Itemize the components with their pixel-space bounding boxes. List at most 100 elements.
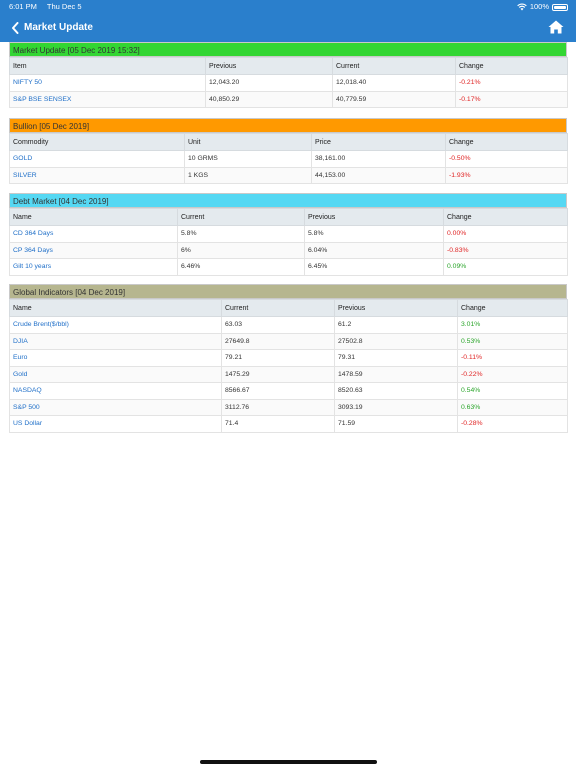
commodity-link[interactable]: GOLD: [9, 150, 185, 168]
table-header-row: Item Previous Current Change: [9, 57, 568, 75]
current-value: 63.03: [221, 316, 335, 334]
item-link[interactable]: S&P BSE SENSEX: [9, 90, 206, 108]
col-header: Name: [9, 299, 222, 317]
table-row: DJIA 27649.8 27502.8 0.53%: [9, 332, 568, 350]
table-row: CD 364 Days 5.8% 5.8% 0.00%: [9, 225, 568, 243]
name-link[interactable]: CD 364 Days: [9, 225, 178, 243]
price-value: 38,161.00: [311, 150, 446, 168]
table-row: S&P 500 3112.76 3093.19 0.63%: [9, 398, 568, 416]
battery-percent: 100%: [529, 2, 549, 11]
previous-value: 71.59: [334, 415, 458, 433]
change-value: 0.00%: [443, 225, 568, 243]
table-row: CP 364 Days 6% 6.04% -0.83%: [9, 241, 568, 259]
table-row: Crude Brent($/bbl) 63.03 61.2 3.01%: [9, 316, 568, 334]
home-indicator[interactable]: [200, 760, 377, 764]
change-value: -0.21%: [455, 74, 568, 92]
col-header: Change: [445, 133, 568, 151]
change-value: -0.22%: [457, 365, 568, 383]
table-row: NIFTY 50 12,043.20 12,018.40 -0.21%: [9, 74, 568, 92]
status-date: Thu Dec 5: [46, 2, 82, 11]
global-indicators-section: Global Indicators [04 Dec 2019] Name Cur…: [9, 284, 568, 433]
change-value: 0.53%: [457, 332, 568, 350]
col-header: Change: [457, 299, 568, 317]
table-row: Gold 1475.29 1478.59 -0.22%: [9, 365, 568, 383]
table-row: S&P BSE SENSEX 40,850.29 40,779.59 -0.17…: [9, 90, 568, 108]
col-header: Name: [9, 208, 178, 226]
name-link[interactable]: Euro: [9, 349, 222, 367]
unit-value: 10 GRMS: [184, 150, 312, 168]
col-header: Item: [9, 57, 206, 75]
table-row: US Dollar 71.4 71.59 -0.28%: [9, 415, 568, 433]
col-header: Unit: [184, 133, 312, 151]
previous-value: 3093.19: [334, 398, 458, 416]
name-link[interactable]: CP 364 Days: [9, 241, 178, 259]
previous-value: 5.8%: [304, 225, 444, 243]
name-link[interactable]: Gilt 10 years: [9, 258, 178, 276]
current-value: 8566.67: [221, 382, 335, 400]
table-row: Gilt 10 years 6.46% 6.45% 0.09%: [9, 258, 568, 276]
previous-value: 1478.59: [334, 365, 458, 383]
item-link[interactable]: NIFTY 50: [9, 74, 206, 92]
current-value: 5.8%: [177, 225, 305, 243]
status-right: 100%: [517, 0, 568, 14]
col-header: Current: [332, 57, 456, 75]
previous-value: 27502.8: [334, 332, 458, 350]
change-value: 3.01%: [457, 316, 568, 334]
name-link[interactable]: DJIA: [9, 332, 222, 350]
back-button[interactable]: Market Update: [11, 20, 93, 36]
previous-value: 79.31: [334, 349, 458, 367]
table-header-row: Commodity Unit Price Change: [9, 133, 568, 151]
name-link[interactable]: NASDAQ: [9, 382, 222, 400]
home-icon[interactable]: [548, 19, 564, 35]
app-header: 6:01 PM Thu Dec 5 100% Market Update: [0, 0, 576, 42]
change-value: 0.54%: [457, 382, 568, 400]
wifi-icon: [517, 3, 527, 11]
name-link[interactable]: US Dollar: [9, 415, 222, 433]
col-header: Current: [177, 208, 305, 226]
name-link[interactable]: Gold: [9, 365, 222, 383]
market-update-header: Market Update [05 Dec 2019 15:32]: [9, 42, 567, 57]
change-value: -0.17%: [455, 90, 568, 108]
table-row: GOLD 10 GRMS 38,161.00 -0.50%: [9, 150, 568, 168]
bullion-table: Commodity Unit Price Change GOLD 10 GRMS…: [9, 133, 568, 184]
previous-value: 6.04%: [304, 241, 444, 259]
current-value: 1475.29: [221, 365, 335, 383]
status-bar: 6:01 PM Thu Dec 5 100%: [0, 0, 576, 14]
current-value: 71.4: [221, 415, 335, 433]
change-value: -0.83%: [443, 241, 568, 259]
current-value: 12,018.40: [332, 74, 456, 92]
nav-title: Market Update: [24, 22, 93, 33]
current-value: 40,779.59: [332, 90, 456, 108]
unit-value: 1 KGS: [184, 166, 312, 184]
table-row: Euro 79.21 79.31 -0.11%: [9, 349, 568, 367]
debt-market-header: Debt Market [04 Dec 2019]: [9, 193, 567, 208]
market-update-table: Item Previous Current Change NIFTY 50 12…: [9, 57, 568, 108]
change-value: -1.93%: [445, 166, 568, 184]
table-header-row: Name Current Previous Change: [9, 299, 568, 317]
status-time: 6:01 PM: [9, 2, 37, 11]
change-value: -0.28%: [457, 415, 568, 433]
nav-bar: Market Update: [0, 14, 576, 42]
current-value: 6%: [177, 241, 305, 259]
change-value: -0.11%: [457, 349, 568, 367]
previous-value: 6.45%: [304, 258, 444, 276]
debt-market-table: Name Current Previous Change CD 364 Days…: [9, 208, 568, 276]
col-header: Change: [455, 57, 568, 75]
commodity-link[interactable]: SILVER: [9, 166, 185, 184]
bullion-header: Bullion [05 Dec 2019]: [9, 118, 567, 133]
current-value: 79.21: [221, 349, 335, 367]
previous-value: 40,850.29: [205, 90, 333, 108]
status-left: 6:01 PM Thu Dec 5: [9, 0, 90, 14]
table-row: NASDAQ 8566.67 8520.63 0.54%: [9, 382, 568, 400]
chevron-left-icon: [12, 22, 19, 34]
name-link[interactable]: Crude Brent($/bbl): [9, 316, 222, 334]
table-header-row: Name Current Previous Change: [9, 208, 568, 226]
col-header: Change: [443, 208, 568, 226]
col-header: Previous: [205, 57, 333, 75]
change-value: 0.63%: [457, 398, 568, 416]
battery-icon: [552, 3, 568, 11]
current-value: 6.46%: [177, 258, 305, 276]
market-update-section: Market Update [05 Dec 2019 15:32] Item P…: [9, 42, 568, 108]
name-link[interactable]: S&P 500: [9, 398, 222, 416]
bullion-section: Bullion [05 Dec 2019] Commodity Unit Pri…: [9, 118, 568, 184]
